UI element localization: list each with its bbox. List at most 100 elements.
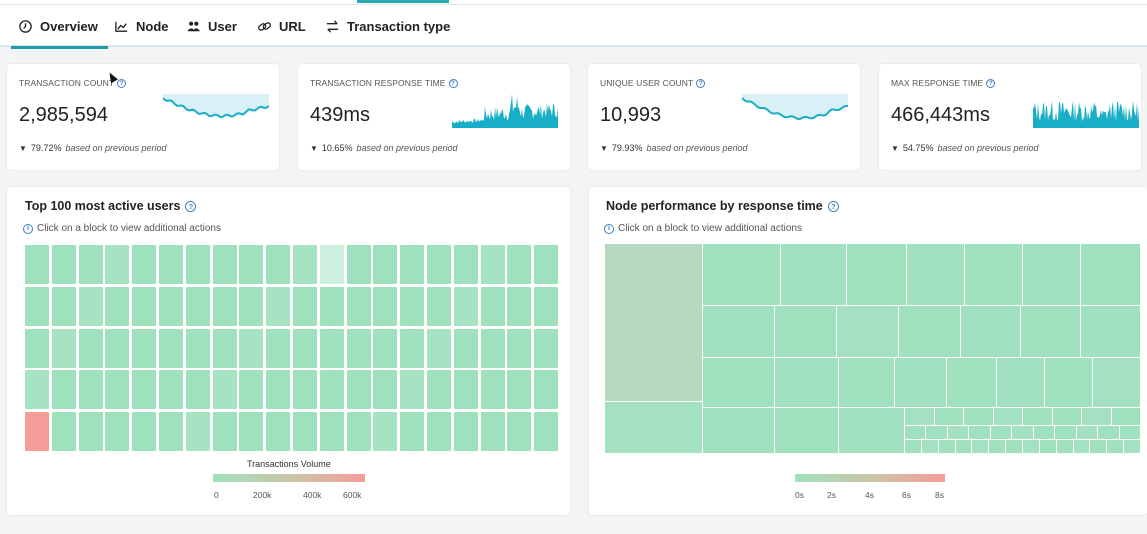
tab-transaction-type[interactable]: Transaction type (325, 5, 450, 47)
user-block[interactable] (185, 370, 210, 410)
user-block[interactable] (212, 370, 237, 410)
node-block[interactable] (905, 440, 921, 453)
user-block[interactable] (346, 245, 371, 284)
user-block[interactable] (400, 286, 425, 326)
user-block[interactable] (453, 412, 478, 452)
user-block[interactable] (51, 286, 76, 326)
user-block[interactable] (25, 286, 49, 326)
user-block[interactable] (373, 286, 398, 326)
user-block[interactable] (507, 412, 532, 452)
node-block[interactable] (905, 426, 926, 439)
user-block[interactable] (373, 370, 398, 410)
user-block[interactable] (78, 370, 103, 410)
user-block[interactable] (293, 245, 317, 284)
user-block[interactable] (534, 328, 559, 368)
user-block[interactable] (51, 370, 76, 410)
user-block[interactable] (427, 286, 451, 326)
user-block[interactable] (266, 412, 291, 452)
user-block[interactable] (507, 286, 532, 326)
node-block[interactable] (947, 358, 996, 407)
node-block[interactable] (1119, 426, 1140, 439)
node-block[interactable] (1098, 426, 1119, 439)
user-block[interactable] (212, 412, 237, 452)
node-block[interactable] (969, 426, 990, 439)
node-block[interactable] (1111, 408, 1140, 425)
user-block[interactable] (78, 412, 103, 452)
tab-user[interactable]: User (186, 5, 237, 47)
user-block[interactable] (25, 328, 49, 368)
node-block[interactable] (947, 426, 969, 439)
user-block[interactable] (105, 286, 130, 326)
user-block[interactable] (185, 328, 210, 368)
node-block[interactable] (964, 408, 993, 425)
user-block[interactable] (25, 245, 49, 284)
user-block[interactable] (319, 286, 344, 326)
node-block[interactable] (895, 358, 946, 407)
user-block[interactable] (480, 328, 505, 368)
user-block[interactable] (239, 412, 264, 452)
node-block[interactable] (961, 306, 1020, 357)
node-block[interactable] (1033, 426, 1055, 439)
user-block[interactable] (132, 286, 157, 326)
user-block[interactable] (346, 286, 371, 326)
node-block[interactable] (972, 440, 989, 453)
user-block[interactable] (212, 286, 237, 326)
user-block[interactable] (105, 328, 130, 368)
node-block[interactable] (1093, 358, 1140, 407)
user-block[interactable] (319, 245, 344, 284)
help-icon[interactable]: ? (696, 78, 706, 88)
help-icon[interactable]: ? (827, 200, 839, 212)
user-block[interactable] (346, 328, 371, 368)
user-block[interactable] (266, 286, 291, 326)
user-block[interactable] (159, 412, 183, 452)
node-block[interactable] (1056, 440, 1073, 453)
user-block[interactable] (132, 245, 157, 284)
node-block[interactable] (1055, 426, 1076, 439)
help-icon[interactable]: ? (448, 78, 458, 88)
node-block[interactable] (1052, 408, 1081, 425)
user-block[interactable] (346, 412, 371, 452)
user-block[interactable] (507, 370, 532, 410)
node-block[interactable] (1021, 306, 1080, 357)
user-block[interactable] (25, 370, 49, 410)
node-block[interactable] (990, 426, 1012, 439)
node-block[interactable] (839, 408, 904, 453)
user-block[interactable] (400, 370, 425, 410)
user-block[interactable] (185, 412, 210, 452)
user-block[interactable] (51, 245, 76, 284)
user-block[interactable] (239, 286, 264, 326)
help-icon[interactable]: ? (117, 78, 127, 88)
user-block[interactable] (453, 370, 478, 410)
user-block[interactable] (507, 328, 532, 368)
kpi-card-max-response[interactable]: MAX RESPONSE TIME? 466,443ms ▼ 54.75% base… (879, 64, 1141, 170)
user-block[interactable] (239, 328, 264, 368)
user-block[interactable] (480, 370, 505, 410)
node-block[interactable] (703, 306, 774, 357)
user-block[interactable] (453, 245, 478, 284)
node-block[interactable] (921, 440, 938, 453)
kpi-card-transaction-count[interactable]: TRANSACTION COUNT? 2,985,594 ▼ 79.72% base… (7, 64, 279, 170)
user-block[interactable] (51, 412, 76, 452)
node-block[interactable] (899, 306, 960, 357)
user-block[interactable] (293, 370, 317, 410)
kpi-card-response-time[interactable]: TRANSACTION RESPONSE TIME? 439ms ▼ 10.65%… (298, 64, 570, 170)
node-block[interactable] (703, 408, 774, 453)
node-block[interactable] (1012, 426, 1033, 439)
node-block[interactable] (1039, 440, 1056, 453)
tab-url[interactable]: URL (257, 5, 306, 47)
user-block[interactable] (534, 245, 559, 284)
user-block[interactable] (373, 245, 398, 284)
node-block[interactable] (775, 306, 836, 357)
node-block[interactable] (997, 358, 1044, 407)
node-block[interactable] (1081, 244, 1140, 305)
user-block[interactable] (266, 370, 291, 410)
user-block[interactable] (453, 286, 478, 326)
user-block[interactable] (132, 370, 157, 410)
node-block[interactable] (1124, 440, 1140, 453)
user-block[interactable] (105, 412, 130, 452)
user-block[interactable] (427, 370, 451, 410)
user-block[interactable] (25, 412, 49, 452)
node-block[interactable] (955, 440, 972, 453)
user-block[interactable] (132, 412, 157, 452)
user-block[interactable] (212, 328, 237, 368)
